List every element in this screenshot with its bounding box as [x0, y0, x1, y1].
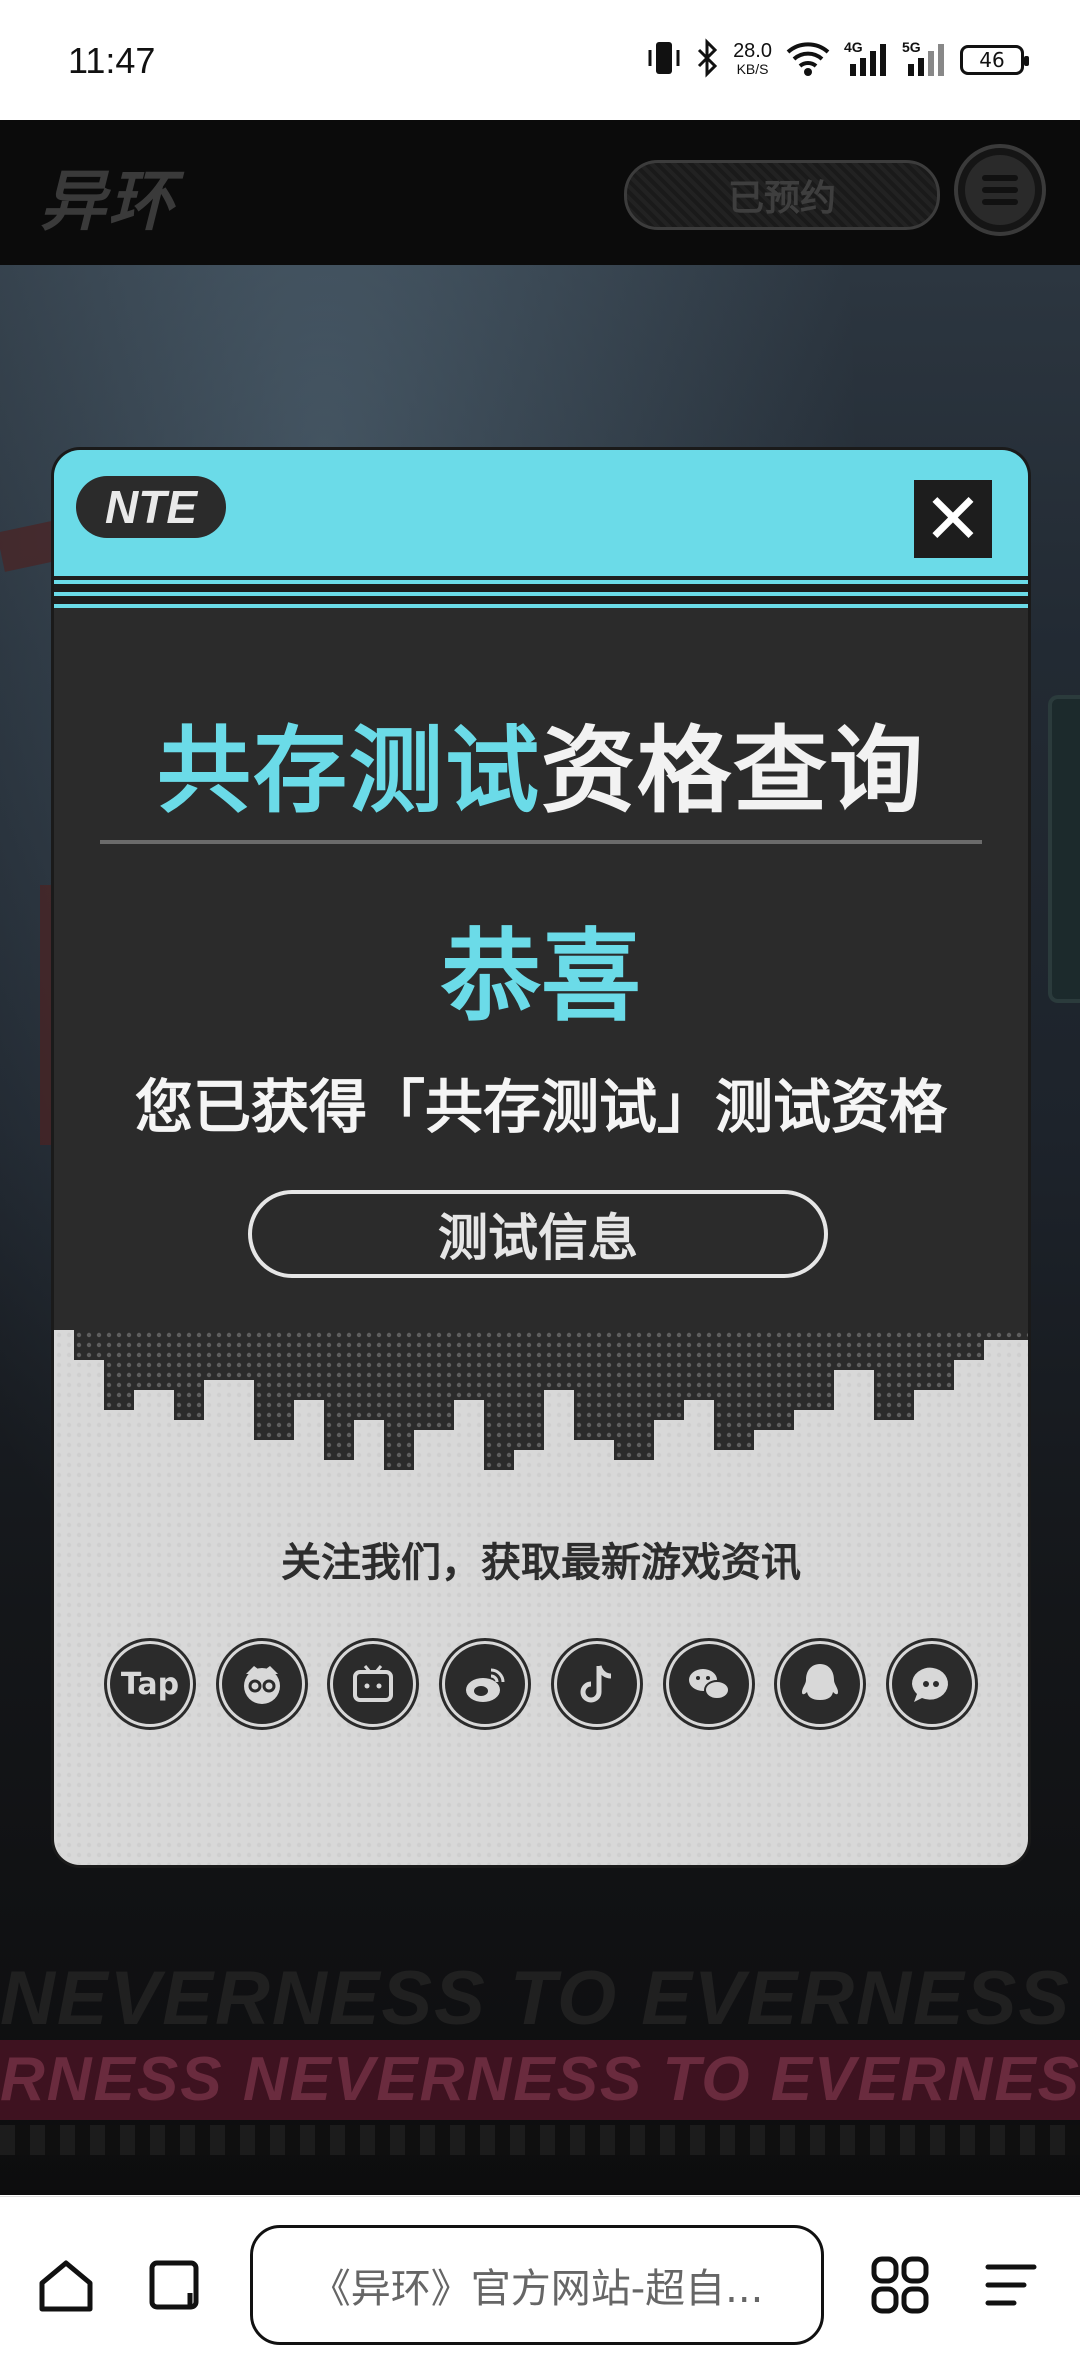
hykb-button[interactable] [215, 1638, 308, 1730]
test-info-button[interactable]: 测试信息 [248, 1190, 828, 1278]
qq-icon [780, 1644, 861, 1724]
signal-4g-icon: 4G [844, 38, 888, 82]
congrats-heading: 恭喜 [441, 918, 641, 1035]
address-bar[interactable]: 《异环》官方网站-超自... [250, 2225, 824, 2345]
bilibili-button[interactable] [327, 1638, 420, 1730]
social-links: Tap [104, 1638, 978, 1730]
wechat-icon [668, 1644, 749, 1724]
modal-title-rest: 资格查询 [541, 717, 926, 826]
menu-lines-icon[interactable] [974, 2249, 1046, 2321]
douyin-icon [556, 1644, 637, 1724]
wechat-button[interactable] [662, 1638, 755, 1730]
bluetooth-icon [695, 38, 719, 82]
menu-button[interactable] [954, 144, 1046, 236]
status-time: 11:47 [68, 40, 156, 81]
modal-header-stripes [54, 576, 1028, 608]
banner-text-dark: NEVERNESS TO EVERNESS NEVERNESS TO EVERN… [0, 1956, 1080, 2041]
battery-icon: 46 [960, 45, 1029, 75]
home-icon[interactable] [30, 2249, 102, 2321]
background-side-panel [1048, 695, 1080, 1003]
taptap-button[interactable]: Tap [104, 1638, 196, 1730]
qq-button[interactable] [774, 1638, 867, 1730]
site-header: 异环 已预约 [0, 120, 1080, 265]
menu-icon [965, 155, 1035, 225]
weibo-icon [445, 1644, 526, 1724]
status-bar: 11:47 28.0 KB/S 4G 5G 46 [0, 0, 1080, 120]
browser-toolbar: 《异环》官方网站-超自... [0, 2196, 1080, 2377]
skyline-illustration [54, 1330, 1028, 1865]
douyin-button[interactable] [550, 1638, 643, 1730]
modal-title: 共存测试资格查询 [54, 695, 1028, 831]
reserved-button[interactable]: 已预约 [624, 160, 940, 230]
qualification-message: 您已获得「共存测试」测试资格 [134, 1073, 947, 1141]
wifi-icon [786, 40, 830, 80]
taptap-icon: Tap [110, 1644, 190, 1724]
checker-strip [0, 2125, 1080, 2155]
banner-text-pink: RNESS NEVERNESS TO EVERNESS NEVER [0, 2040, 1080, 2120]
svg-text:5G: 5G [902, 39, 921, 55]
community-button[interactable] [885, 1638, 978, 1730]
close-button[interactable]: ✕ [914, 480, 992, 558]
svg-text:4G: 4G [844, 39, 863, 55]
follow-us-text: 关注我们，获取最新游戏资讯 [281, 1540, 801, 1586]
apps-grid-icon[interactable] [864, 2249, 936, 2321]
bilibili-icon [333, 1644, 414, 1724]
title-divider [100, 840, 982, 844]
weibo-button[interactable] [439, 1638, 532, 1730]
hykb-icon [221, 1644, 302, 1724]
net-speed: 28.0 KB/S [733, 40, 772, 77]
community-icon [891, 1644, 972, 1724]
signal-5g-icon: 5G [902, 38, 946, 82]
site-logo[interactable]: 异环 [40, 148, 176, 244]
nte-badge: NTE [76, 476, 226, 538]
tabs-icon[interactable] [140, 2249, 212, 2321]
modal-title-highlight: 共存测试 [156, 717, 541, 826]
status-icons: 28.0 KB/S 4G 5G 46 [647, 38, 1029, 82]
qualification-modal: NTE ✕ 共存测试资格查询 恭喜 您已获得「共存测试」测试资格 测试信息 关注… [54, 450, 1028, 1865]
vibrate-icon [647, 38, 681, 82]
